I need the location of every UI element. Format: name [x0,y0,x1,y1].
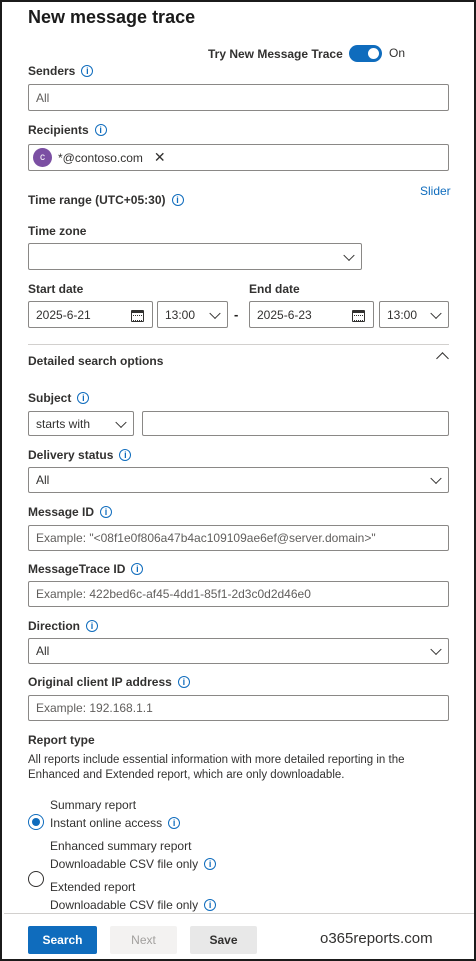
direction-label: Direction i [28,619,99,633]
recipient-chip-text: *@contoso.com [58,150,143,165]
senders-label: Senders i [28,64,94,78]
trace-id-input[interactable]: Example: 422bed6c-af45-4dd1-85f1-2d3c0d2… [28,581,449,607]
info-icon[interactable]: i [81,65,94,77]
enhanced-report-radio[interactable] [28,871,44,887]
summary-report-subtitle: Instant online access i [50,816,181,830]
new-trace-toggle[interactable] [349,45,382,62]
chevron-down-icon [430,472,442,485]
start-time-dropdown[interactable]: 13:00 [157,301,228,328]
start-date-picker[interactable]: 2025-6-21 [28,301,153,328]
info-icon[interactable]: i [77,392,90,404]
info-icon[interactable]: i [204,899,217,911]
end-date-picker[interactable]: 2025-6-23 [249,301,374,328]
save-button[interactable]: Save [190,926,257,954]
chevron-down-icon [115,416,127,428]
enhanced-report-subtitle: Downloadable CSV file only i [50,857,217,871]
info-icon[interactable]: i [131,563,144,575]
next-button[interactable]: Next [110,926,177,954]
info-icon[interactable]: i [171,194,184,206]
delivery-status-label: Delivery status i [28,448,132,462]
delivery-status-dropdown[interactable]: All [28,467,449,493]
close-icon[interactable]: ✕ [154,149,166,166]
time-zone-dropdown[interactable] [28,243,362,270]
time-zone-label: Time zone [28,224,87,238]
page-title: New message trace [28,7,196,27]
message-id-label: Message ID i [28,505,113,519]
report-type-description: All reports include essential informatio… [28,754,405,766]
enhanced-report-title: Enhanced summary report [50,839,192,853]
subject-input[interactable] [142,411,449,436]
message-trace-panel: New message trace Try New Message Trace … [0,0,476,961]
extended-report-title: Extended report [50,880,136,894]
end-time-dropdown[interactable]: 13:00 [379,301,449,328]
summary-report-radio[interactable] [28,814,44,830]
direction-dropdown[interactable]: All [28,638,449,664]
chevron-down-icon [209,307,221,319]
info-icon[interactable]: i [204,858,217,870]
calendar-icon[interactable] [131,310,144,322]
footer-divider [4,913,474,914]
report-type-description-2: Enhanced and Extended report, which are … [28,769,345,781]
message-id-input[interactable]: Example: "<08f1e0f806a47b4ac109109ae6ef@… [28,525,449,551]
search-button[interactable]: Search [28,926,97,954]
time-range-label: Time range (UTC+05:30) i [28,193,184,207]
info-icon[interactable]: i [100,506,113,518]
senders-input[interactable]: All [28,84,449,111]
recipients-input[interactable]: c *@contoso.com ✕ [28,144,449,171]
recipients-label: Recipients i [28,123,107,137]
end-date-label: End date [249,282,300,296]
chevron-down-icon [430,643,442,656]
range-separator: - [234,307,239,322]
chevron-down-icon [430,307,442,319]
info-icon[interactable]: i [94,124,107,136]
avatar: c [33,148,52,167]
report-type-label: Report type [28,733,95,747]
start-date-label: Start date [28,282,84,296]
client-ip-input[interactable]: Example: 192.168.1.1 [28,695,449,721]
info-icon[interactable]: i [86,620,99,632]
client-ip-label: Original client IP address i [28,675,190,689]
info-icon[interactable]: i [177,676,190,688]
subject-operator-dropdown[interactable]: starts with [28,411,134,436]
slider-link[interactable]: Slider [420,184,451,198]
detailed-search-header[interactable]: Detailed search options [28,354,163,368]
info-icon[interactable]: i [168,817,181,829]
info-icon[interactable]: i [119,449,132,461]
calendar-icon[interactable] [352,310,365,322]
chevron-down-icon [343,249,355,261]
new-trace-toggle-label: Try New Message Trace [208,47,343,61]
watermark-text: o365reports.com [320,930,433,947]
divider [28,344,449,345]
chevron-up-icon[interactable] [436,352,449,365]
summary-report-title: Summary report [50,798,137,812]
extended-report-subtitle: Downloadable CSV file only i [50,898,217,912]
trace-id-label: MessageTrace ID i [28,562,144,576]
toggle-state-text: On [389,46,406,60]
subject-label: Subject i [28,391,90,405]
